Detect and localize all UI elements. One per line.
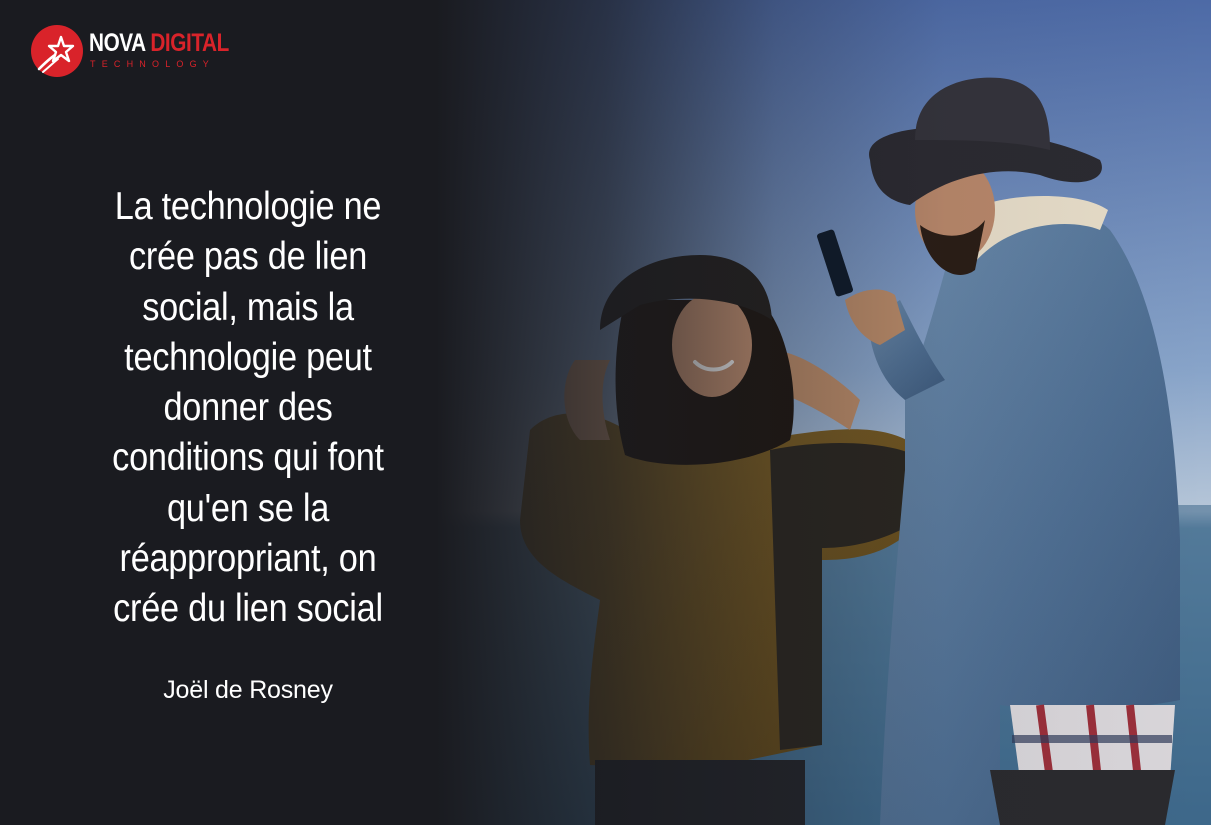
quote-card: NOVA DIGITAL TECHNOLOGY La technologie n…: [0, 0, 1211, 825]
quote-line: social, mais la: [142, 285, 354, 329]
quote-line: La technologie ne: [114, 185, 382, 228]
quote-line: technologie peut: [124, 335, 372, 379]
brand-name-part2: DIGITAL: [150, 29, 229, 57]
quote-line: donner des: [163, 386, 333, 430]
brand-logo: NOVA DIGITAL TECHNOLOGY: [31, 25, 231, 79]
quote-author: Joël de Rosney: [163, 676, 333, 704]
brand-name-part1: NOVA: [89, 29, 145, 57]
brand-tagline: TECHNOLOGY: [90, 59, 216, 69]
quote-line: réappropriant, on: [119, 537, 377, 581]
quote-text: La technologie ne crée pas de lien socia…: [60, 182, 436, 635]
quote-line: conditions qui font: [112, 436, 384, 480]
quote-line: qu'en se la: [166, 486, 330, 530]
quote-line: crée du lien social: [113, 587, 383, 631]
shooting-star-icon: [31, 25, 83, 77]
brand-name: NOVA DIGITAL: [89, 29, 229, 58]
quote-line: crée pas de lien: [128, 235, 368, 279]
